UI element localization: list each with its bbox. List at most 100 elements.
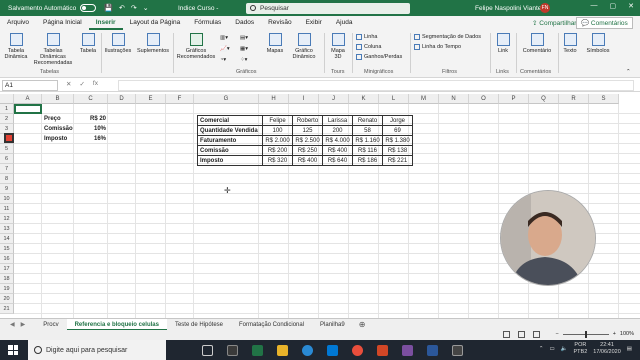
column-header[interactable]: O — [469, 94, 499, 104]
page-layout-view-icon[interactable] — [518, 331, 525, 338]
edge-icon[interactable] — [302, 344, 313, 356]
taskbar-search[interactable]: Digite aqui para pesquisar — [28, 340, 166, 360]
zoom-in-button[interactable]: + — [613, 331, 616, 337]
table-cell[interactable]: R$ 2.000 — [262, 135, 293, 146]
name-box[interactable]: A1 — [2, 80, 58, 91]
table-header-cell[interactable]: Felipe — [262, 115, 293, 126]
file-explorer-icon[interactable] — [277, 344, 288, 356]
row-header[interactable]: 19 — [0, 284, 14, 294]
table-cell[interactable]: R$ 2.500 — [292, 135, 323, 146]
pie-chart-icon[interactable]: ◔▾ — [220, 57, 226, 63]
normal-view-icon[interactable] — [503, 331, 510, 338]
table-cell[interactable]: R$ 138 — [382, 145, 413, 156]
row-header[interactable]: 12 — [0, 214, 14, 224]
customize-qat-icon[interactable]: ⌄ — [143, 4, 149, 12]
statistic-chart-icon[interactable]: ▦▾ — [240, 46, 248, 52]
column-header[interactable]: L — [379, 94, 409, 104]
redo-icon[interactable]: ↷ — [131, 4, 137, 12]
table-cell[interactable]: R$ 1.380 — [382, 135, 413, 146]
row-header[interactable]: 8 — [0, 174, 14, 184]
volume-icon[interactable]: 🔈 — [561, 346, 568, 352]
row-header[interactable]: 1 — [0, 104, 14, 114]
sheet-tab-teste-hipotese[interactable]: Teste de Hipótese — [167, 319, 231, 331]
table-cell[interactable]: R$ 186 — [352, 155, 383, 166]
table-header-cell[interactable]: Renato — [352, 115, 383, 126]
app-icon[interactable] — [227, 344, 238, 356]
powerpoint-icon[interactable] — [377, 344, 388, 356]
row-header[interactable]: 13 — [0, 224, 14, 234]
column-header[interactable]: H — [259, 94, 289, 104]
param-label-imposto[interactable]: Imposto — [42, 134, 74, 144]
autosave-toggle[interactable] — [80, 4, 97, 12]
word-icon[interactable] — [427, 344, 438, 356]
sparkline-winloss-button[interactable]: Ganhos/Perdas — [356, 54, 402, 60]
row-header[interactable]: 5 — [0, 144, 14, 154]
tab-exibir[interactable]: Exibir — [299, 16, 329, 30]
column-header[interactable]: A — [14, 94, 42, 104]
share-button[interactable]: ⇪ Compartilhar — [528, 18, 580, 28]
tab-pagina-inicial[interactable]: Página Inicial — [36, 16, 89, 30]
row-header[interactable]: 11 — [0, 204, 14, 214]
scatter-chart-icon[interactable]: ⁘▾ — [240, 57, 247, 63]
column-header[interactable]: E — [136, 94, 166, 104]
page-break-view-icon[interactable] — [533, 331, 540, 338]
pivot-table-button[interactable]: Tabela Dinâmica — [4, 33, 28, 60]
zoom-level[interactable]: 100% — [620, 331, 634, 337]
column-header[interactable]: Q — [529, 94, 559, 104]
undo-icon[interactable]: ↶ — [119, 4, 125, 12]
column-header[interactable]: I — [289, 94, 319, 104]
column-header[interactable]: F — [166, 94, 194, 104]
mail-icon[interactable] — [327, 344, 338, 356]
timeline-button[interactable]: Linha do Tempo — [414, 44, 461, 50]
task-view-icon[interactable] — [202, 344, 213, 356]
text-button[interactable]: Texto — [560, 33, 580, 54]
table-cell[interactable]: R$ 400 — [322, 145, 353, 156]
column-header[interactable]: S — [589, 94, 619, 104]
table-cell[interactable]: R$ 250 — [292, 145, 323, 156]
column-header[interactable]: C — [74, 94, 108, 104]
row-header[interactable]: 16 — [0, 254, 14, 264]
sheet-tab-referencia[interactable]: Referencia e bloqueio celulas — [66, 318, 167, 331]
network-icon[interactable]: ▭ — [549, 346, 554, 352]
row-header[interactable]: 7 — [0, 164, 14, 174]
illustrations-button[interactable]: Ilustrações — [104, 33, 132, 54]
formula-input[interactable] — [118, 80, 634, 91]
column-header[interactable]: P — [499, 94, 529, 104]
column-header[interactable]: K — [349, 94, 379, 104]
confirm-icon[interactable]: ✓ — [79, 80, 84, 88]
maximize-button[interactable]: ▢ — [610, 2, 617, 10]
recommended-pivot-button[interactable]: Tabelas Dinâmicas Recomendadas — [30, 33, 76, 66]
row-header[interactable]: 2 — [0, 114, 14, 124]
collapse-ribbon-icon[interactable]: ⌃ — [626, 69, 631, 75]
minimize-button[interactable]: — — [591, 2, 598, 10]
maps-button[interactable]: Mapas — [264, 33, 286, 54]
table-row-label[interactable]: Faturamento — [197, 135, 263, 146]
table-cell[interactable]: 100 — [262, 125, 293, 136]
sheet-tab-procv[interactable]: Procv — [35, 319, 66, 331]
zoom-slider[interactable] — [562, 330, 609, 338]
clock[interactable]: 22:41 17/06/2020 — [593, 342, 621, 356]
row-header[interactable]: 14 — [0, 234, 14, 244]
prev-sheet-icon[interactable]: ◀ — [10, 321, 15, 328]
user-name[interactable]: Felipe Naspolini Viante — [475, 5, 541, 12]
sheet-tab-formatacao[interactable]: Formatação Condicional — [231, 319, 312, 331]
table-row-label[interactable]: Imposto — [197, 155, 263, 166]
table-cell[interactable]: 200 — [322, 125, 353, 136]
fx-icon[interactable]: fx — [93, 80, 98, 88]
table-header-cell[interactable]: Roberto — [292, 115, 323, 126]
tab-revisao[interactable]: Revisão — [261, 16, 298, 30]
close-button[interactable]: ✕ — [628, 2, 634, 10]
column-header[interactable]: G — [194, 94, 259, 104]
tab-layout[interactable]: Layout da Página — [123, 16, 188, 30]
avatar[interactable]: FN — [540, 3, 550, 13]
recorder-icon[interactable] — [452, 344, 463, 356]
row-header[interactable]: 15 — [0, 244, 14, 254]
tab-ajuda[interactable]: Ajuda — [329, 16, 360, 30]
comments-button[interactable]: 💬 Comentários — [576, 17, 633, 29]
row-header[interactable]: 9 — [0, 184, 14, 194]
column-header[interactable]: R — [559, 94, 589, 104]
table-button[interactable]: Tabela — [78, 33, 98, 54]
active-cell[interactable] — [14, 104, 42, 114]
tab-dados[interactable]: Dados — [228, 16, 261, 30]
table-row-label[interactable]: Quantidade Vendida — [197, 125, 263, 136]
